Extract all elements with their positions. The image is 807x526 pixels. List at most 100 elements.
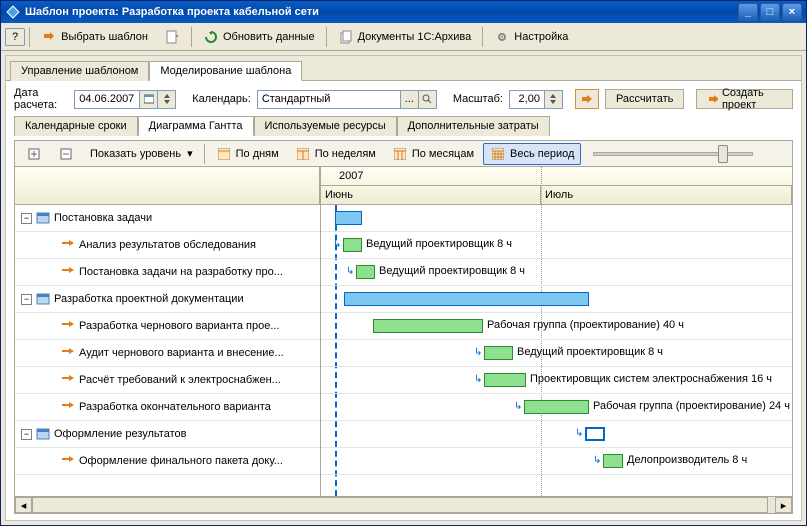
gantt-bar[interactable] (603, 454, 623, 468)
task-row[interactable]: Разработка окончательного варианта (15, 394, 320, 421)
separator (29, 27, 30, 47)
task-label: Разработка чернового варианта прое... (79, 320, 280, 332)
scroll-right-button[interactable]: ▸ (775, 497, 792, 513)
spinner-icon (163, 94, 171, 104)
by-days-button[interactable]: По дням (209, 143, 286, 165)
app-window: Шаблон проекта: Разработка проекта кабел… (0, 0, 807, 526)
task-row[interactable]: Разработка чернового варианта прое... (15, 313, 320, 340)
update-data-button[interactable]: Обновить данные (196, 26, 322, 48)
collapse-icon[interactable]: − (21, 213, 32, 224)
app-icon (5, 4, 21, 20)
subtab-resources[interactable]: Используемые ресурсы (254, 116, 397, 136)
slider-handle[interactable] (718, 145, 728, 163)
documents-button[interactable]: Документы 1С:Архива (331, 26, 479, 48)
sub-tabs: Календарные сроки Диаграмма Гантта Испол… (14, 115, 793, 135)
zoom-slider[interactable] (593, 152, 753, 156)
group-icon (36, 292, 50, 306)
expand-all-button[interactable] (19, 143, 49, 165)
minimize-button[interactable]: _ (738, 3, 758, 21)
gantt-bar[interactable] (335, 211, 362, 225)
maximize-button[interactable]: □ (760, 3, 780, 21)
subtab-costs[interactable]: Дополнительные затраты (397, 116, 550, 136)
arrow-right-icon (580, 93, 594, 105)
separator (482, 27, 483, 47)
subtab-gantt[interactable]: Диаграмма Гантта (138, 116, 254, 136)
new-button[interactable] (157, 26, 187, 48)
timeline-pane: 2007 Июнь Июль Ведущий проектировщик 8 ч… (321, 167, 792, 496)
task-row[interactable]: −Разработка проектной документации (15, 286, 320, 313)
dependency-arrow-icon: ↳ (474, 374, 482, 385)
gantt-row: Рабочая группа (проектирование) 24 ч↳ (321, 394, 792, 421)
task-row[interactable]: Расчёт требований к электроснабжен... (15, 367, 320, 394)
task-arrow-icon (61, 454, 75, 468)
select-template-button[interactable]: Выбрать шаблон (34, 26, 155, 48)
month-june: Июнь (321, 186, 541, 204)
task-row[interactable]: −Оформление результатов (15, 421, 320, 448)
by-months-button[interactable]: По месяцам (385, 143, 481, 165)
subtab-calendar[interactable]: Календарные сроки (14, 116, 138, 136)
scale-input[interactable]: 2,00 (509, 90, 545, 109)
gear-icon (494, 29, 510, 45)
run-button[interactable] (575, 89, 599, 109)
gantt-bar[interactable] (484, 373, 526, 387)
scroll-left-button[interactable]: ◂ (15, 497, 32, 513)
date-input[interactable]: 04.06.2007 (74, 90, 140, 109)
settings-button[interactable]: Настройка (487, 26, 575, 48)
whole-period-button[interactable]: Весь период (483, 143, 581, 165)
calendar-search-button[interactable] (419, 90, 437, 109)
gantt-bar[interactable] (524, 400, 589, 414)
dependency-arrow-icon: ↳ (346, 266, 354, 277)
gantt-rows: Ведущий проектировщик 8 ч ↳ Ведущий проект… (321, 205, 792, 496)
scale-spin-button[interactable] (545, 90, 563, 109)
task-row[interactable]: Оформление финального пакета доку... (15, 448, 320, 475)
update-data-label: Обновить данные (223, 31, 315, 43)
calendar-select-button[interactable]: ... (401, 90, 419, 109)
gantt-bar[interactable] (343, 238, 362, 252)
magnify-icon (422, 94, 432, 104)
by-weeks-button[interactable]: По неделям (288, 143, 383, 165)
collapse-icon[interactable]: − (21, 294, 32, 305)
calculate-button[interactable]: Рассчитать (605, 89, 684, 109)
gantt-bar[interactable] (356, 265, 375, 279)
bar-label: Ведущий проектировщик 8 ч (517, 346, 663, 358)
scroll-track[interactable] (32, 497, 775, 513)
bar-label: Рабочая группа (проектирование) 40 ч (487, 319, 684, 331)
gantt-row (321, 286, 792, 313)
dependency-arrow-icon: ↳ (474, 347, 482, 358)
show-level-button[interactable]: Показать уровень ▾ (83, 144, 200, 163)
task-row[interactable]: Аудит чернового варианта и внесение... (15, 340, 320, 367)
help-button[interactable]: ? (5, 28, 25, 46)
controls-row: Дата расчета: 04.06.2007 Календарь: Стан… (14, 87, 793, 111)
horizontal-scrollbar[interactable]: ◂ ▸ (15, 496, 792, 513)
by-weeks-label: По неделям (315, 148, 376, 160)
bar-label: Ведущий проектировщик 8 ч (379, 265, 525, 277)
tab-modeling[interactable]: Моделирование шаблона (149, 61, 302, 81)
gantt-bar[interactable] (585, 427, 605, 441)
gantt-area: −Постановка задачиАнализ результатов обс… (15, 167, 792, 496)
gantt-bar[interactable] (344, 292, 589, 306)
create-project-label: Создать проект (722, 87, 782, 111)
task-row[interactable]: Анализ результатов обследования (15, 232, 320, 259)
date-spin-button[interactable] (158, 90, 176, 109)
gantt-bar[interactable] (373, 319, 483, 333)
tab-management[interactable]: Управление шаблоном (10, 61, 149, 81)
arrow-icon (41, 29, 57, 45)
create-project-button[interactable]: Создать проект (696, 89, 793, 109)
task-row[interactable]: Постановка задачи на разработку про... (15, 259, 320, 286)
select-template-label: Выбрать шаблон (61, 31, 148, 43)
bar-label: Проектировщик систем электроснабжения 16… (530, 373, 772, 385)
collapse-icon[interactable]: − (21, 429, 32, 440)
dependency-arrow-icon: ↳ (593, 455, 601, 466)
separator (204, 144, 205, 164)
collapse-icon (58, 146, 74, 162)
dependency-arrow-icon: ↳ (514, 401, 522, 412)
task-row[interactable]: −Постановка задачи (15, 205, 320, 232)
calendar-input[interactable]: Стандартный (257, 90, 401, 109)
task-arrow-icon (61, 238, 75, 252)
close-button[interactable]: × (782, 3, 802, 21)
collapse-all-button[interactable] (51, 143, 81, 165)
bar-label: Ведущий проектировщик 8 ч (366, 238, 512, 250)
scroll-thumb[interactable] (32, 497, 768, 513)
gantt-bar[interactable] (484, 346, 513, 360)
date-picker-button[interactable] (140, 90, 158, 109)
